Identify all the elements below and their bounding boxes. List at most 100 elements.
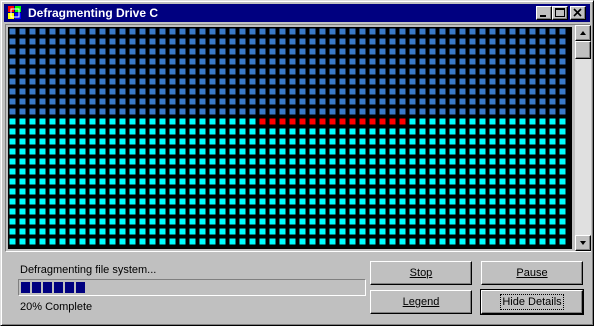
cluster-block: [558, 217, 567, 226]
cluster-block: [458, 217, 467, 226]
cluster-block: [478, 117, 487, 126]
vertical-scrollbar[interactable]: [575, 25, 591, 251]
cluster-block: [538, 207, 547, 216]
cluster-block: [508, 67, 517, 76]
cluster-block: [238, 47, 247, 56]
cluster-block: [238, 127, 247, 136]
cluster-block: [148, 127, 157, 136]
cluster-block: [348, 87, 357, 96]
cluster-block: [538, 127, 547, 136]
cluster-block: [288, 57, 297, 66]
cluster-block: [208, 117, 217, 126]
cluster-block: [278, 237, 287, 246]
cluster-block: [38, 167, 47, 176]
cluster-block: [398, 87, 407, 96]
cluster-block: [288, 177, 297, 186]
hide-details-button[interactable]: Hide Details: [480, 289, 584, 315]
cluster-block: [498, 77, 507, 86]
cluster-block: [358, 37, 367, 46]
cluster-block: [88, 117, 97, 126]
cluster-block: [118, 77, 127, 86]
cluster-block: [408, 237, 417, 246]
cluster-block: [318, 37, 327, 46]
cluster-block: [528, 117, 537, 126]
cluster-block: [448, 87, 457, 96]
scroll-up-button[interactable]: [575, 25, 591, 41]
cluster-block: [158, 107, 167, 116]
cluster-block: [188, 127, 197, 136]
cluster-block: [548, 157, 557, 166]
cluster-block: [298, 207, 307, 216]
cluster-block: [88, 237, 97, 246]
cluster-block: [338, 117, 347, 126]
cluster-block: [18, 167, 27, 176]
cluster-block: [108, 147, 117, 156]
cluster-block: [378, 67, 387, 76]
cluster-block: [508, 37, 517, 46]
cluster-block: [108, 87, 117, 96]
cluster-block: [198, 197, 207, 206]
cluster-block: [288, 97, 297, 106]
cluster-block: [328, 227, 337, 236]
cluster-block: [98, 27, 107, 36]
cluster-block: [198, 77, 207, 86]
cluster-block: [218, 87, 227, 96]
cluster-block: [68, 117, 77, 126]
maximize-button[interactable]: [552, 6, 568, 20]
cluster-block: [158, 47, 167, 56]
scroll-down-button[interactable]: [575, 235, 591, 251]
cluster-block: [288, 127, 297, 136]
cluster-block: [158, 27, 167, 36]
cluster-block: [98, 237, 107, 246]
cluster-block: [368, 37, 377, 46]
cluster-block: [98, 137, 107, 146]
cluster-block: [168, 47, 177, 56]
cluster-block: [468, 87, 477, 96]
cluster-block: [558, 237, 567, 246]
cluster-block: [148, 207, 157, 216]
legend-button[interactable]: Legend: [370, 290, 472, 314]
cluster-block: [8, 187, 17, 196]
cluster-block: [408, 87, 417, 96]
cluster-block: [38, 237, 47, 246]
cluster-block: [428, 107, 437, 116]
pause-button[interactable]: Pause: [481, 261, 583, 285]
close-button[interactable]: [570, 6, 586, 20]
cluster-block: [338, 127, 347, 136]
cluster-block: [298, 157, 307, 166]
cluster-block: [238, 27, 247, 36]
cluster-block: [298, 127, 307, 136]
cluster-block: [268, 57, 277, 66]
cluster-block: [318, 47, 327, 56]
title-bar[interactable]: Defragmenting Drive C: [4, 4, 590, 22]
cluster-block: [408, 117, 417, 126]
scroll-thumb[interactable]: [575, 41, 591, 59]
cluster-block: [278, 127, 287, 136]
cluster-block: [138, 117, 147, 126]
cluster-block: [38, 227, 47, 236]
cluster-block: [258, 157, 267, 166]
cluster-block: [98, 97, 107, 106]
cluster-block: [228, 37, 237, 46]
minimize-button[interactable]: [536, 6, 552, 20]
cluster-block: [498, 227, 507, 236]
cluster-block: [288, 207, 297, 216]
cluster-block: [398, 117, 407, 126]
cluster-block: [148, 137, 157, 146]
cluster-block: [368, 197, 377, 206]
cluster-block: [248, 167, 257, 176]
cluster-block: [468, 137, 477, 146]
cluster-block: [378, 207, 387, 216]
cluster-block: [128, 217, 137, 226]
stop-button[interactable]: Stop: [370, 261, 472, 285]
cluster-block: [248, 67, 257, 76]
cluster-block: [458, 227, 467, 236]
cluster-block: [158, 127, 167, 136]
cluster-block: [168, 57, 177, 66]
cluster-block: [388, 27, 397, 36]
cluster-block: [88, 227, 97, 236]
cluster-block: [268, 87, 277, 96]
cluster-block: [308, 147, 317, 156]
cluster-block: [108, 27, 117, 36]
cluster-block: [78, 237, 87, 246]
